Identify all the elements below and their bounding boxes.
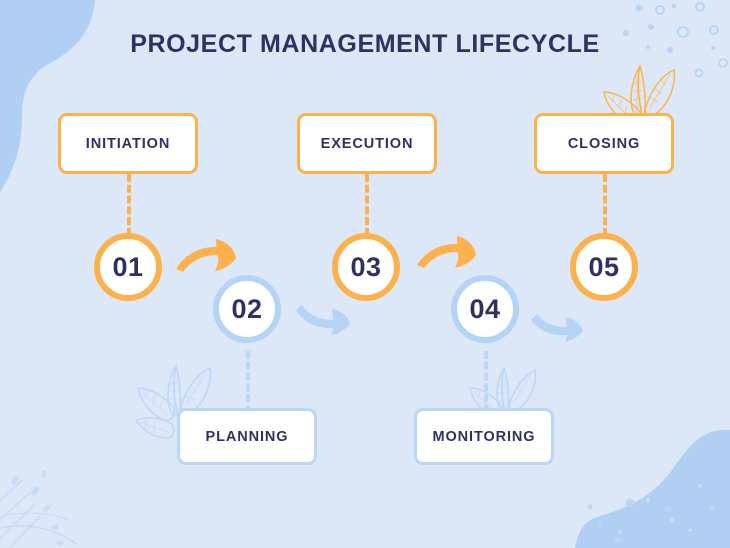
- step-number-02: 02: [231, 293, 263, 324]
- connector-initiation: [127, 174, 131, 236]
- connector-closing: [603, 174, 607, 236]
- step-circle-03[interactable]: 03: [332, 233, 400, 301]
- label-box-execution[interactable]: EXECUTION: [297, 113, 437, 174]
- connector-monitoring: [484, 351, 488, 413]
- label-text-initiation: INITIATION: [85, 135, 171, 152]
- step-circle-01[interactable]: 01: [94, 233, 162, 301]
- infographic-canvas: PROJECT MANAGEMENT LIFECYCLE INITIATION …: [0, 0, 730, 548]
- step-number-04: 04: [469, 293, 501, 324]
- connector-execution: [365, 174, 369, 236]
- step-number-01: 01: [112, 251, 144, 282]
- label-box-initiation[interactable]: INITIATION: [58, 113, 198, 174]
- step-number-05: 05: [588, 251, 620, 282]
- arrow-02-to-03: [296, 305, 350, 335]
- label-text-planning: PLANNING: [205, 428, 289, 445]
- label-text-monitoring: MONITORING: [432, 428, 536, 445]
- step-circle-04[interactable]: 04: [451, 275, 519, 343]
- step-number-03: 03: [350, 251, 382, 282]
- label-text-execution: EXECUTION: [320, 135, 414, 152]
- label-box-planning[interactable]: PLANNING: [177, 408, 317, 465]
- label-text-closing: CLOSING: [567, 135, 641, 152]
- step-circle-05[interactable]: 05: [570, 233, 638, 301]
- arrow-04-to-05: [531, 314, 583, 342]
- connector-planning: [246, 351, 250, 413]
- arrow-01-to-02: [176, 239, 236, 272]
- dandelion-bottom-left: [0, 470, 79, 548]
- arrow-03-to-04: [417, 236, 476, 268]
- label-box-closing[interactable]: CLOSING: [534, 113, 674, 174]
- step-circle-02[interactable]: 02: [213, 275, 281, 343]
- blob-bottom-right-shape: [575, 429, 730, 548]
- page-title: PROJECT MANAGEMENT LIFECYCLE: [130, 30, 600, 58]
- label-box-monitoring[interactable]: MONITORING: [414, 408, 554, 465]
